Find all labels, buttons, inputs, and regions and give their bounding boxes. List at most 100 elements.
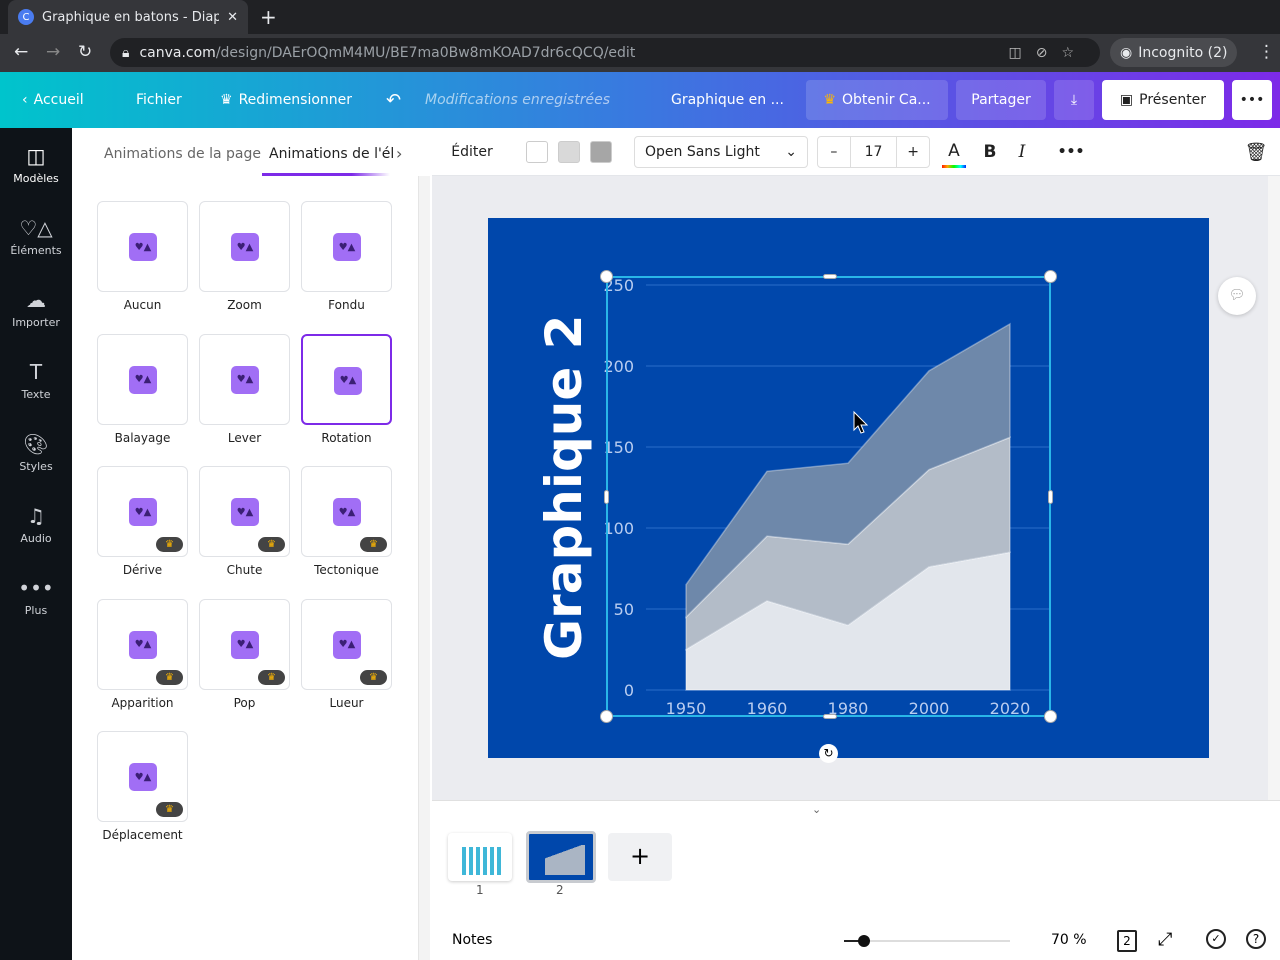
resize-handle[interactable] — [823, 714, 837, 719]
trash-icon[interactable]: 🗑︎ — [1242, 136, 1270, 168]
tab-page-animations[interactable]: Animations de la page — [104, 146, 261, 162]
resize-handle[interactable] — [600, 710, 613, 723]
resize-handle[interactable] — [604, 490, 609, 504]
animation-label: Déplacement — [102, 828, 183, 842]
close-tab-icon[interactable]: ✕ — [227, 10, 238, 25]
zoom-slider[interactable] — [844, 935, 1010, 947]
music-icon: ♫ — [27, 503, 45, 528]
color-swatch-1[interactable] — [526, 141, 548, 163]
add-page-button[interactable]: + — [608, 833, 672, 881]
decrease-size-button[interactable]: – — [818, 144, 850, 160]
rail-item-6[interactable]: ••• Plus — [0, 560, 72, 632]
rail-item-0[interactable]: ◫ Modèles — [0, 128, 72, 200]
shapes-icon: ♥▲ — [129, 630, 157, 659]
bold-icon[interactable]: B — [978, 136, 1002, 168]
download-button[interactable]: ⤓ — [1054, 80, 1094, 120]
page-number: 1 — [476, 883, 484, 897]
notes-button[interactable]: Notes — [452, 932, 492, 948]
help-icon[interactable]: ? — [1246, 929, 1266, 949]
animation-option[interactable]: ♥▲ ♛ — [301, 598, 392, 690]
canvas-scrollbar[interactable] — [1268, 176, 1280, 800]
rail-item-1[interactable]: ♡△ Éléments — [0, 200, 72, 272]
color-swatch-2[interactable] — [558, 141, 580, 163]
animation-option[interactable]: ♥▲ — [199, 333, 290, 425]
resize-handle[interactable] — [1044, 270, 1057, 283]
browser-tab[interactable]: C Graphique en batons - Diaporama ✕ — [8, 0, 248, 34]
animation-option[interactable]: ♥▲ — [97, 333, 188, 425]
add-comment-icon[interactable]: 💬︎ — [1218, 277, 1256, 315]
rail-item-2[interactable]: ☁ Importer — [0, 272, 72, 344]
more-icon: ••• — [18, 575, 54, 600]
page-thumbnail-2[interactable] — [526, 831, 596, 883]
document-title[interactable]: Graphique en ... — [671, 72, 784, 128]
italic-icon[interactable]: I — [1010, 136, 1034, 168]
collapse-chevron-icon[interactable]: ⌄ — [812, 803, 821, 816]
animation-option[interactable]: ♥▲ ♛ — [97, 466, 188, 557]
text-color-icon[interactable]: A — [942, 136, 966, 168]
color-swatch-3[interactable] — [590, 141, 612, 163]
shapes-icon: ♥▲ — [129, 763, 157, 791]
animation-option[interactable]: ♥▲ ♛ — [97, 598, 188, 690]
back-icon[interactable]: ← — [14, 42, 28, 62]
resize-handle[interactable] — [823, 274, 837, 279]
share-button[interactable]: Partager — [956, 80, 1046, 120]
profile-button[interactable]: ◉ Incognito (2) — [1110, 38, 1238, 67]
resize-button[interactable]: ♛ Redimensionner — [220, 72, 352, 128]
page-number: 2 — [556, 883, 564, 897]
font-select[interactable]: Open Sans Light ⌄ — [634, 136, 808, 168]
font-size-input[interactable]: 17 — [849, 137, 898, 167]
rotate-handle-icon[interactable]: ↻ — [819, 744, 838, 763]
more-icon: ••• — [1239, 92, 1265, 108]
check-icon[interactable]: ✓ — [1206, 929, 1226, 949]
page-grid-button[interactable]: 2 — [1117, 930, 1137, 952]
rail-item-3[interactable]: T Texte — [0, 344, 72, 416]
get-pro-button[interactable]: ♛ Obtenir Ca... — [806, 80, 948, 120]
animation-option[interactable]: ♥▲ ♛ — [199, 466, 290, 557]
more-options-icon[interactable]: ••• — [1056, 136, 1086, 168]
slide-title[interactable]: Graphique 2 — [535, 315, 593, 660]
panel-scrollbar[interactable] — [418, 176, 430, 960]
animation-option[interactable]: ♥▲ — [97, 201, 188, 292]
palette-icon: 🎨︎ — [23, 431, 49, 456]
address-bar-row: ← → ↻ 🔒︎ canva.com/design/DAErOQmM4MU/BE… — [0, 34, 1280, 72]
forward-icon[interactable]: → — [46, 42, 60, 62]
resize-handle[interactable] — [1048, 490, 1053, 504]
reload-icon[interactable]: ↻ — [78, 42, 92, 62]
resize-handle[interactable] — [600, 270, 613, 283]
rail-label: Modèles — [13, 171, 59, 185]
rail-item-5[interactable]: ♫ Audio — [0, 488, 72, 560]
shapes-icon: ♥▲ — [129, 233, 157, 261]
chevron-down-icon: ⌄ — [785, 144, 797, 160]
tab-element-animations[interactable]: Animations de l'élément — [269, 146, 394, 162]
rail-label: Éléments — [10, 243, 62, 257]
rail-item-4[interactable]: 🎨︎ Styles — [0, 416, 72, 488]
chevron-right-icon[interactable]: › — [396, 144, 402, 163]
zoom-value[interactable]: 70 % — [1051, 932, 1087, 948]
animation-option[interactable]: ♥▲ ♛ — [97, 731, 188, 822]
animation-option[interactable]: ♥▲ ♛ — [301, 466, 392, 557]
star-icon[interactable]: ◫⊘☆ — [1008, 45, 1088, 61]
animation-option[interactable]: ♥▲ — [301, 333, 392, 425]
increase-size-button[interactable]: + — [897, 144, 929, 160]
zoom-thumb[interactable] — [858, 935, 870, 947]
browser-menu-icon[interactable]: ⋮ — [1258, 42, 1275, 62]
edit-chart-button[interactable]: Éditer — [444, 136, 500, 168]
page-thumbnail-1[interactable] — [448, 833, 512, 881]
new-tab-button[interactable]: + — [260, 5, 277, 29]
resize-handle[interactable] — [1044, 710, 1057, 723]
home-button[interactable]: ‹ Accueil — [22, 72, 84, 128]
animation-option[interactable]: ♥▲ — [301, 201, 392, 292]
browser-tab-bar: C Graphique en batons - Diaporama ✕ + — [0, 0, 1280, 34]
fullscreen-icon[interactable]: ⤢ — [1158, 929, 1172, 950]
more-menu-button[interactable]: ••• — [1232, 80, 1272, 120]
file-menu[interactable]: Fichier — [136, 72, 182, 128]
shapes-icon: ♥▲ — [129, 498, 157, 526]
url-input[interactable]: 🔒︎ canva.com/design/DAErOQmM4MU/BE7ma0Bw… — [110, 38, 1100, 67]
animation-label: Lever — [227, 430, 262, 445]
shapes-icon: ♥▲ — [333, 630, 361, 659]
animation-option[interactable]: ♥▲ — [199, 201, 290, 292]
undo-button[interactable]: ↶ — [386, 72, 401, 128]
resize-label: Redimensionner — [238, 92, 353, 108]
animation-option[interactable]: ♥▲ ♛ — [199, 598, 290, 690]
present-button[interactable]: ▣ Présenter — [1102, 80, 1224, 120]
